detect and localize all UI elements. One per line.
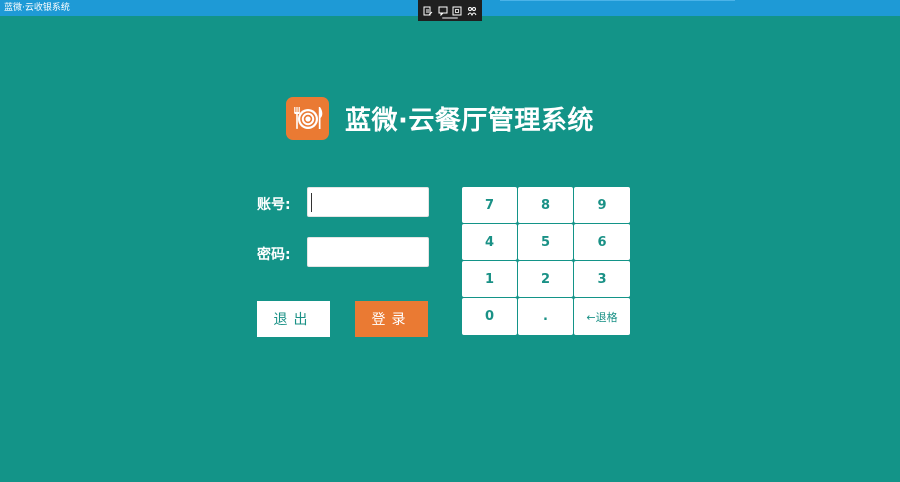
window-title: 蓝微·云收银系统 [4,3,70,13]
key-3[interactable]: 3 [574,261,630,297]
numeric-keypad: 7 8 9 4 5 6 1 2 3 0 . ←退格 [462,187,630,337]
fullscreen-icon[interactable] [452,5,463,16]
key-5[interactable]: 5 [518,224,573,260]
password-input[interactable] [307,237,429,267]
key-backspace[interactable]: ←退格 [574,298,630,335]
logo [286,96,329,140]
key-7[interactable]: 7 [462,187,517,223]
app-header: 蓝微·云餐厅管理系统 [286,96,594,140]
app-title: 蓝微·云餐厅管理系统 [345,105,594,136]
text-caret [311,193,312,212]
key-decimal[interactable]: . [518,298,573,335]
key-4[interactable]: 4 [462,224,517,260]
key-8[interactable]: 8 [518,187,573,223]
password-label: 密码: [257,247,291,263]
settings-people-icon[interactable] [466,5,477,16]
capture-toolbar [418,0,482,21]
plate-fork-knife-icon [293,107,322,129]
document-edit-icon[interactable] [423,5,434,16]
key-1[interactable]: 1 [462,261,517,297]
top-edge-line [500,0,735,1]
key-9[interactable]: 9 [574,187,630,223]
account-label: 账号: [257,197,291,213]
login-button[interactable]: 登录 [355,301,428,337]
account-input[interactable] [307,187,429,217]
exit-button[interactable]: 退出 [257,301,330,337]
key-6[interactable]: 6 [574,224,630,260]
comment-icon[interactable] [437,5,448,16]
toolbar-drag-handle[interactable] [442,17,458,19]
key-0[interactable]: 0 [462,298,517,335]
key-2[interactable]: 2 [518,261,573,297]
